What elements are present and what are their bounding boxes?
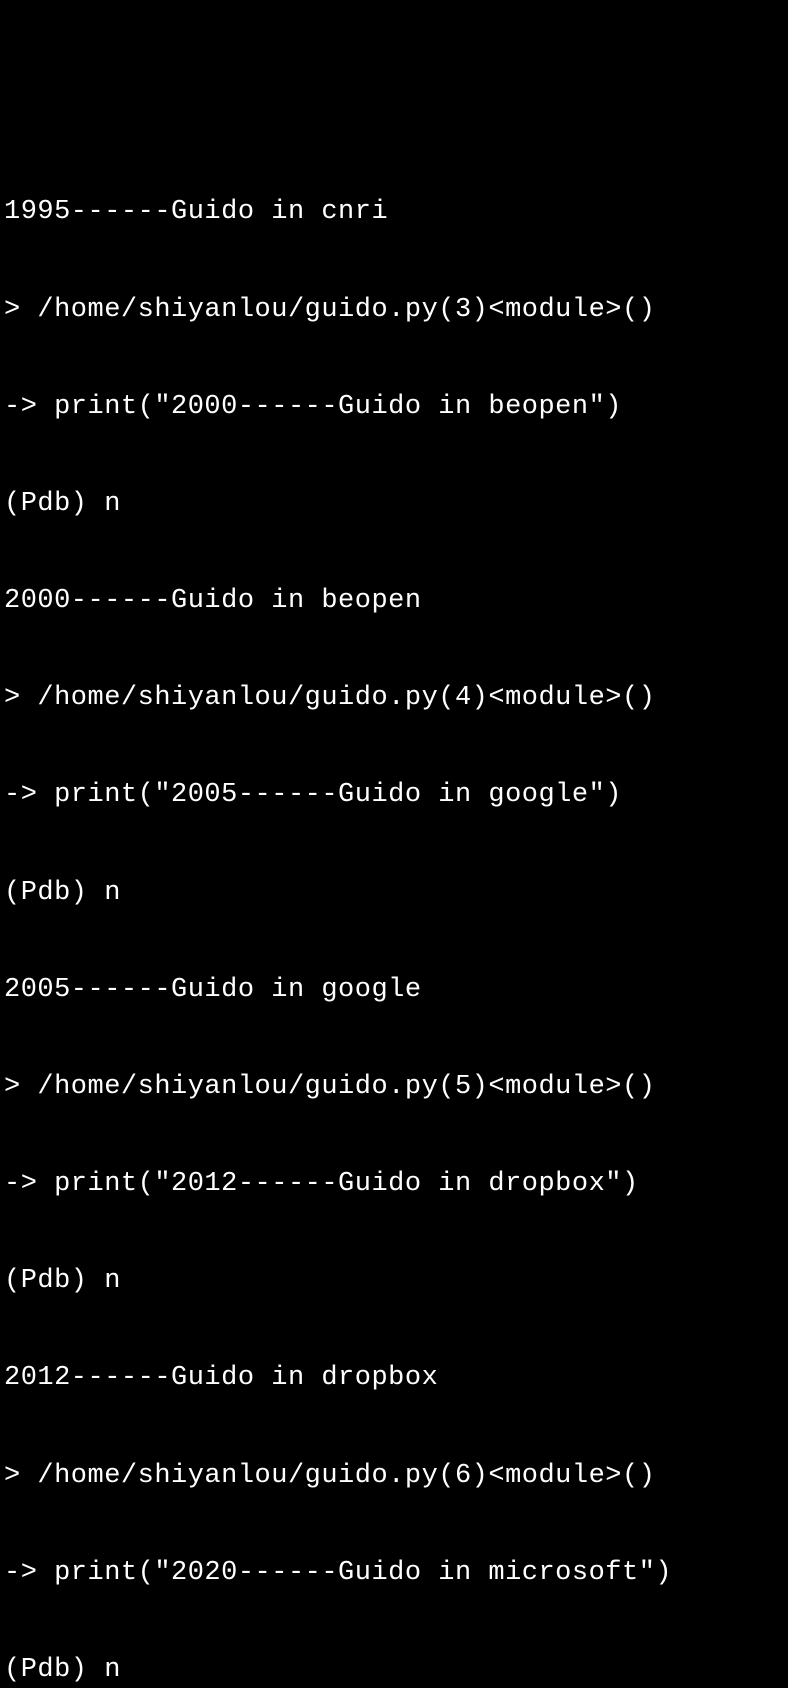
terminal-line: (Pdb) n bbox=[4, 488, 784, 520]
terminal-line: -> print("2012------Guido in dropbox") bbox=[4, 1168, 784, 1200]
terminal-output: 1995------Guido in cnri > /home/shiyanlo… bbox=[4, 132, 784, 1688]
terminal-line: > /home/shiyanlou/guido.py(6)<module>() bbox=[4, 1460, 784, 1492]
terminal-line: 2012------Guido in dropbox bbox=[4, 1362, 784, 1394]
terminal-line: (Pdb) n bbox=[4, 1654, 784, 1686]
terminal-line: 2000------Guido in beopen bbox=[4, 585, 784, 617]
terminal-line: > /home/shiyanlou/guido.py(3)<module>() bbox=[4, 294, 784, 326]
terminal-line: -> print("2000------Guido in beopen") bbox=[4, 391, 784, 423]
terminal-line: -> print("2005------Guido in google") bbox=[4, 779, 784, 811]
terminal-line: > /home/shiyanlou/guido.py(4)<module>() bbox=[4, 682, 784, 714]
terminal-line: 2005------Guido in google bbox=[4, 974, 784, 1006]
terminal-line: (Pdb) n bbox=[4, 877, 784, 909]
terminal-line: 1995------Guido in cnri bbox=[4, 196, 784, 228]
terminal-line: > /home/shiyanlou/guido.py(5)<module>() bbox=[4, 1071, 784, 1103]
terminal-line: -> print("2020------Guido in microsoft") bbox=[4, 1557, 784, 1589]
terminal-line: (Pdb) n bbox=[4, 1265, 784, 1297]
